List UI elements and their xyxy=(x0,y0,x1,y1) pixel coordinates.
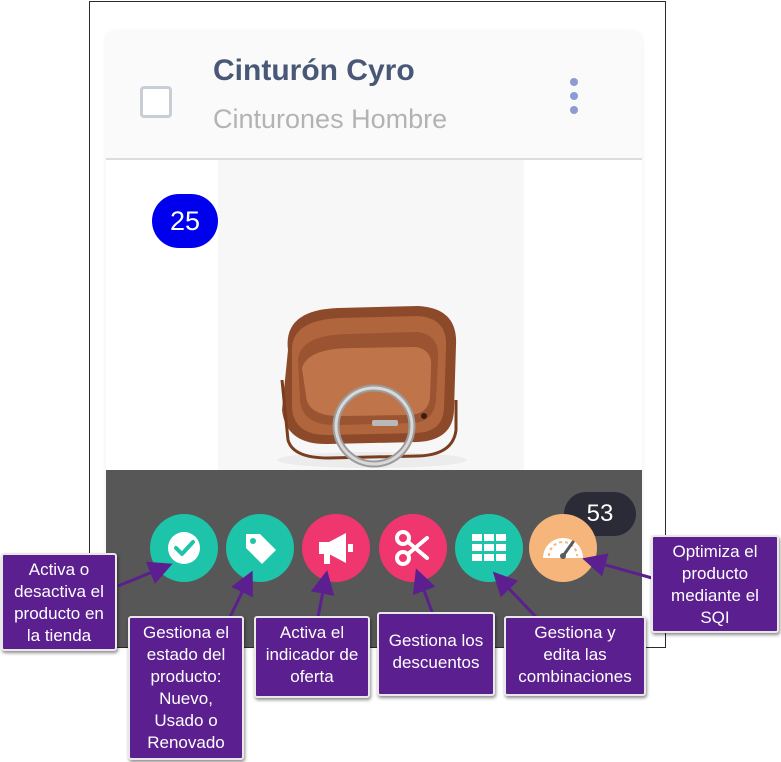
callout-line: Usado o xyxy=(154,711,218,730)
callout-line: indicador de xyxy=(265,645,359,664)
callout-line: Renovado xyxy=(147,733,225,752)
callout-line: la tienda xyxy=(26,626,92,645)
callout-line: producto en xyxy=(14,604,104,623)
callout-line: Gestiona los xyxy=(388,631,484,650)
callout-product-condition: Gestiona el estado del producto: Nuevo, … xyxy=(128,616,244,760)
megaphone-icon xyxy=(319,533,353,564)
product-image-area[interactable]: 25 xyxy=(106,160,642,470)
scissors-icon xyxy=(395,530,429,566)
product-card: Cinturón Cyro Cinturones Hombre 25 53 xyxy=(106,32,642,647)
callout-line: SQI xyxy=(700,608,730,627)
callout-toggle-active: Activa o desactiva el producto en la tie… xyxy=(1,553,117,651)
callout-line: producto: xyxy=(150,667,222,686)
callout-line: edita las xyxy=(543,645,607,664)
callout-offer-indicator: Activa el indicador de oferta xyxy=(254,616,370,698)
callout-combinations: Gestiona y edita las combinaciones xyxy=(504,616,646,696)
callout-sqi-optimize: Optimiza el producto mediante el SQI xyxy=(651,535,779,633)
callout-line: Optimiza el xyxy=(672,542,758,561)
product-category: Cinturones Hombre xyxy=(213,104,448,134)
callout-line: estado del xyxy=(146,645,226,664)
grid-icon xyxy=(472,534,506,561)
sqi-optimize-button[interactable] xyxy=(529,514,597,582)
more-options-icon[interactable] xyxy=(564,76,584,116)
callout-line: mediante el xyxy=(671,586,759,605)
check-circle-icon xyxy=(168,532,200,564)
combinations-button[interactable] xyxy=(455,514,523,582)
card-header: Cinturón Cyro Cinturones Hombre xyxy=(106,32,642,160)
callout-line: desactiva el xyxy=(14,582,104,601)
tag-icon xyxy=(246,534,276,564)
product-name: Cinturón Cyro xyxy=(213,54,415,87)
callout-line: Gestiona y xyxy=(534,623,616,642)
callout-line: producto xyxy=(681,564,749,583)
image-count-badge: 25 xyxy=(152,194,218,248)
callout-line: descuentos xyxy=(392,653,480,672)
callout-line: oferta xyxy=(290,667,334,686)
callout-line: Gestiona el xyxy=(143,623,229,642)
discounts-button[interactable] xyxy=(379,514,447,582)
toggle-active-button[interactable] xyxy=(150,514,218,582)
callout-line: Nuevo, xyxy=(159,689,213,708)
callout-line: combinaciones xyxy=(518,667,632,686)
product-condition-button[interactable] xyxy=(226,514,294,582)
offer-indicator-button[interactable] xyxy=(302,514,370,582)
callout-line: Activa o xyxy=(28,560,90,579)
callout-line: Activa el xyxy=(279,623,345,642)
callout-discounts: Gestiona los descuentos xyxy=(377,612,495,696)
belt-photo xyxy=(277,306,467,468)
select-checkbox[interactable] xyxy=(140,86,172,118)
speedometer-icon xyxy=(543,538,583,559)
